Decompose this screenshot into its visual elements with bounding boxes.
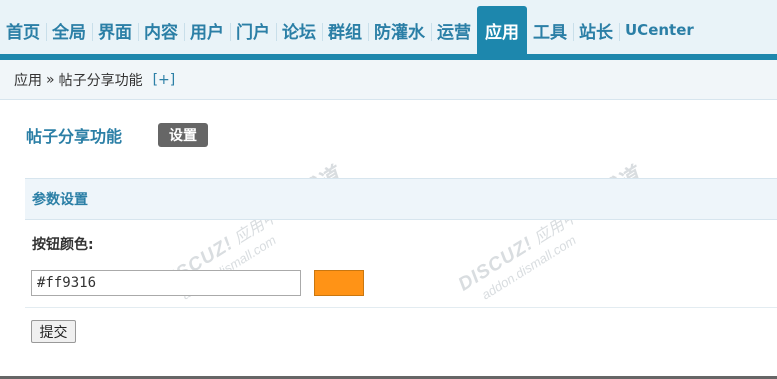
color-swatch[interactable]: [314, 270, 364, 296]
nav-item-portal[interactable]: 门户: [230, 6, 276, 54]
nav-item-global[interactable]: 全局: [46, 6, 92, 54]
nav-item-forum[interactable]: 论坛: [276, 6, 322, 54]
nav-item-user[interactable]: 用户: [184, 6, 230, 54]
divider: [25, 307, 777, 308]
submit-button[interactable]: 提交: [31, 320, 76, 343]
breadcrumb: 应用 » 帖子分享功能 [+]: [0, 60, 777, 100]
button-color-input[interactable]: [31, 270, 301, 296]
nav-item-content[interactable]: 内容: [138, 6, 184, 54]
nav-item-tools[interactable]: 工具: [527, 6, 573, 54]
nav-item-operation[interactable]: 运营: [431, 6, 477, 54]
breadcrumb-separator: »: [46, 71, 55, 88]
nav-item-app[interactable]: 应用: [477, 6, 527, 54]
add-to-menu-link[interactable]: [+]: [153, 72, 176, 88]
section-title: 参数设置: [32, 192, 88, 208]
section-header: 参数设置: [25, 178, 777, 220]
button-color-label: 按钮颜色:: [32, 237, 94, 253]
nav-item-home[interactable]: 首页: [0, 6, 46, 54]
top-nav: 首页 全局 界面 内容 用户 门户 论坛 群组 防灌水 运营 应用 工具 站长 …: [0, 0, 777, 60]
settings-button[interactable]: 设置: [158, 123, 208, 147]
nav-item-ucenter[interactable]: UCenter: [619, 6, 700, 54]
nav-list: 首页 全局 界面 内容 用户 门户 论坛 群组 防灌水 运营 应用 工具 站长 …: [0, 6, 700, 54]
breadcrumb-current: 帖子分享功能: [58, 72, 143, 89]
breadcrumb-root[interactable]: 应用: [14, 70, 42, 90]
nav-item-style[interactable]: 界面: [92, 6, 138, 54]
nav-item-antispam[interactable]: 防灌水: [368, 6, 431, 54]
nav-item-group[interactable]: 群组: [322, 6, 368, 54]
page-title: 帖子分享功能: [26, 127, 123, 146]
nav-item-founder[interactable]: 站长: [573, 6, 619, 54]
